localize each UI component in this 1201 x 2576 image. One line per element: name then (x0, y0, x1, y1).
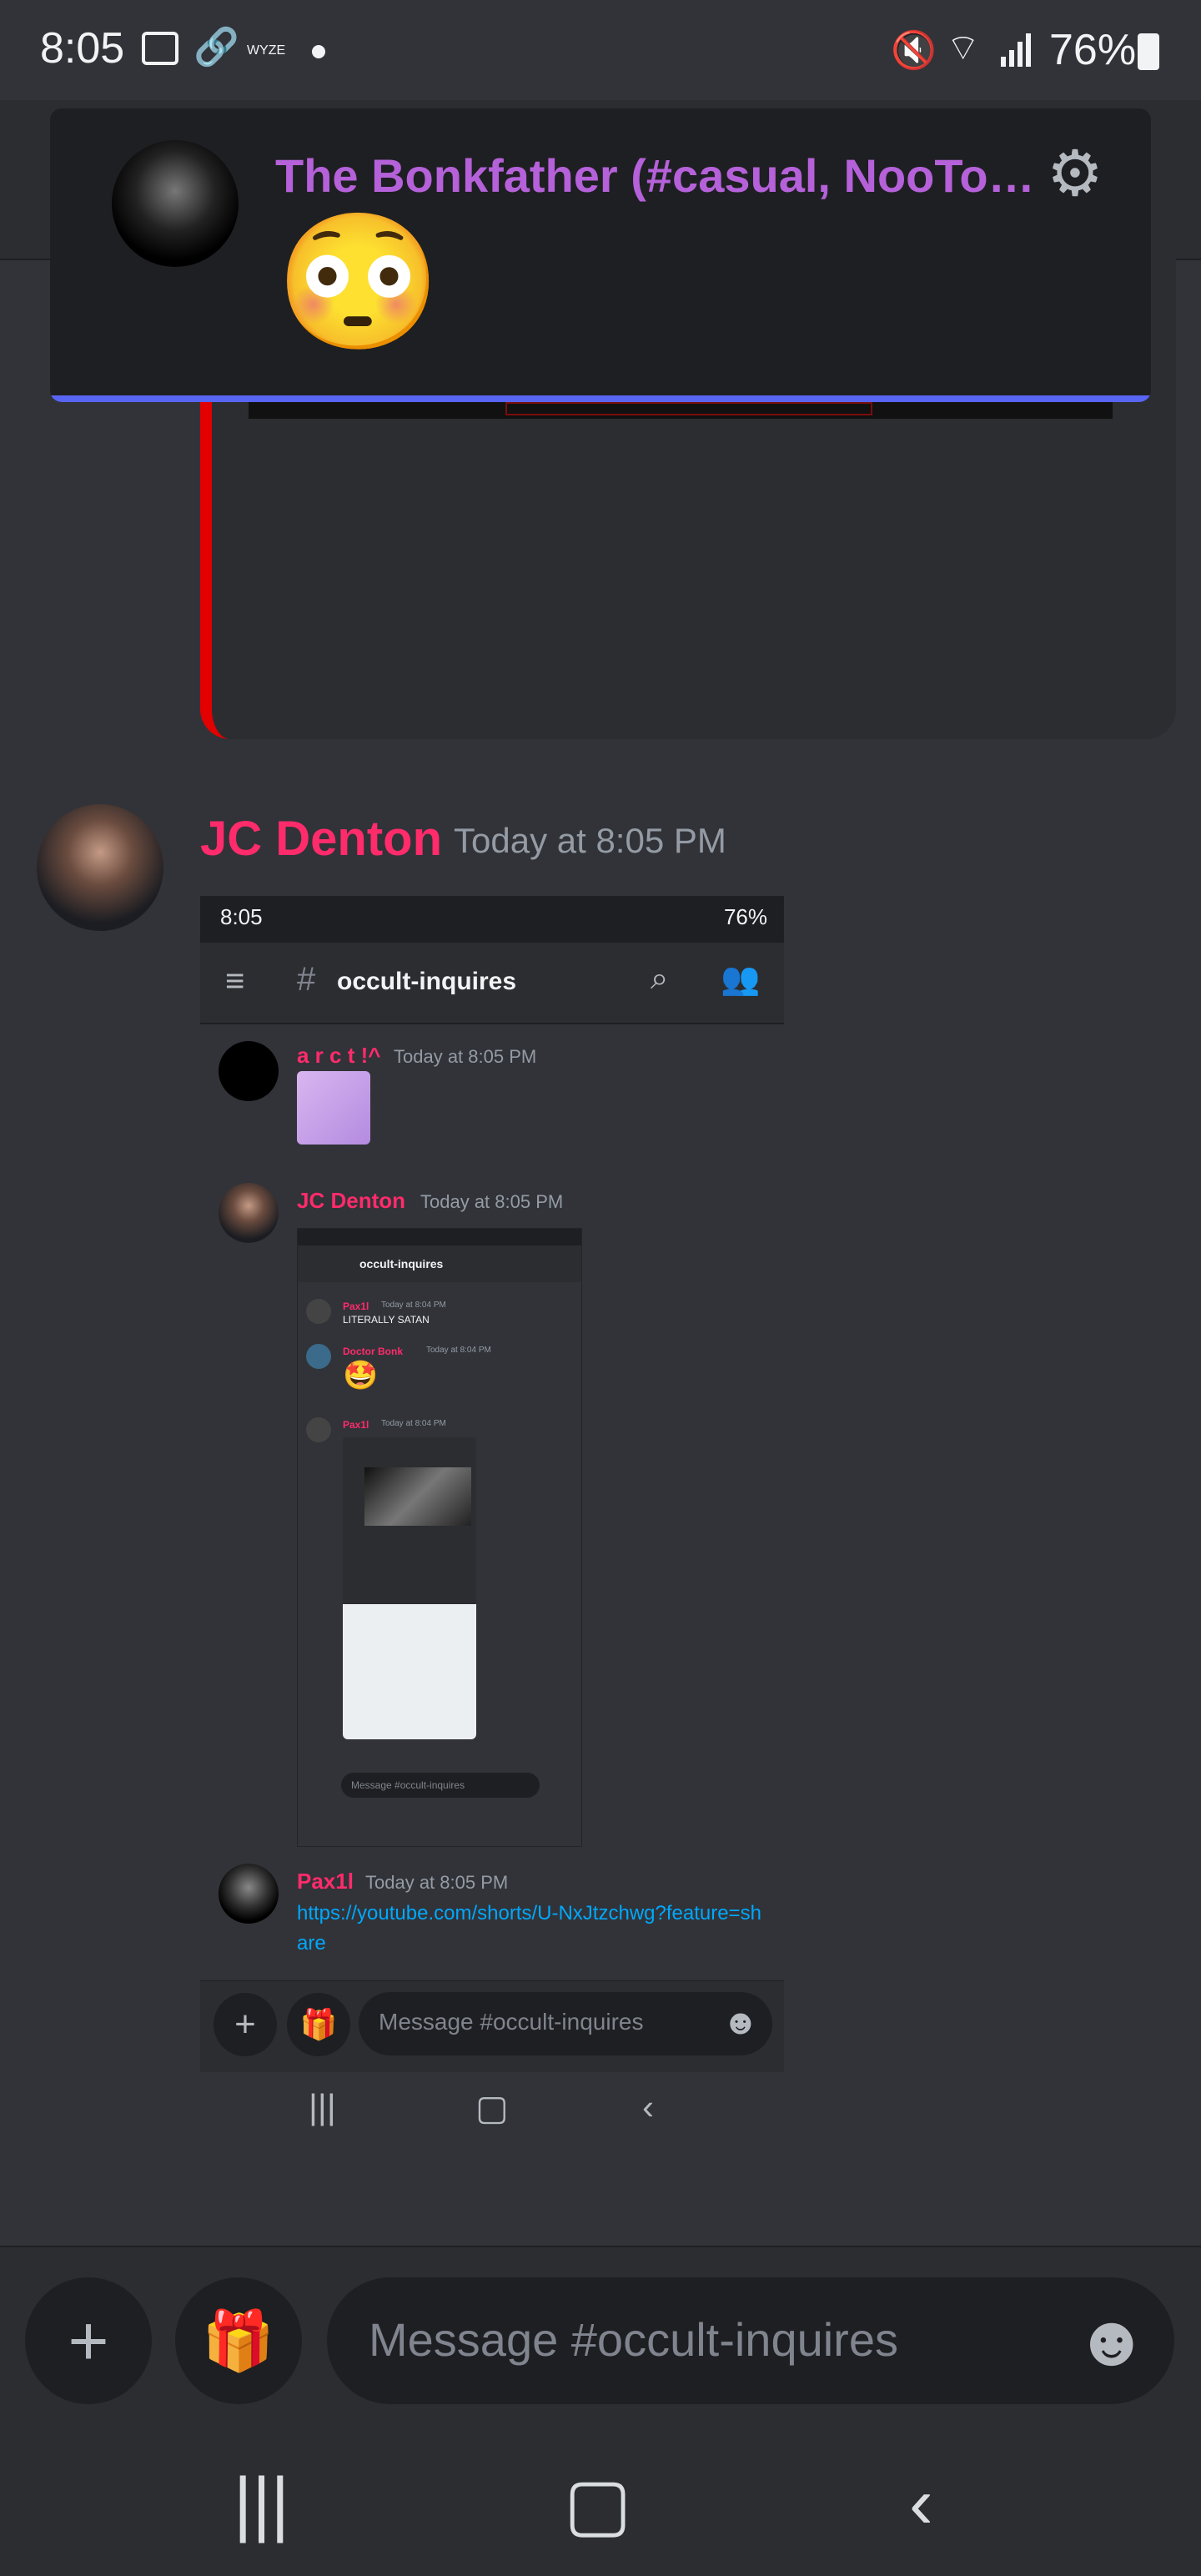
notification-progress-bar (50, 395, 1151, 402)
nested-message: LITERALLY SATAN (343, 1314, 430, 1326)
search-icon: ⌕ (651, 961, 669, 996)
navigation-bar: ||| ▢ ‹ (0, 2424, 1201, 2576)
link-icon: 🔗 (193, 27, 239, 68)
nested-avatar (306, 1344, 331, 1369)
plus-icon: + (214, 1993, 277, 2056)
wifi-icon: ⌔ (946, 28, 981, 68)
recents-button[interactable]: ||| (234, 2463, 289, 2545)
nested-author: Pax1l (343, 1301, 369, 1312)
screenshot-message-box: Message #occult-inquires ☻ (359, 1992, 772, 2055)
nested-author: Pax1l (343, 1419, 369, 1431)
screenshot-nav-bar: ||| ▢ ‹ (200, 2072, 784, 2147)
members-icon: 👥 (721, 962, 761, 997)
gallery-icon (142, 32, 178, 65)
nested-input-row: Message #occult-inquires (298, 1769, 581, 1803)
back-icon: ‹ (642, 2087, 654, 2126)
nested-emoji: 🤩 (343, 1360, 379, 1391)
message-timestamp: Today at 8:05 PM (454, 821, 726, 860)
screenshot-timestamp: Today at 8:05 PM (420, 1191, 564, 1212)
screenshot-author: JC Denton (297, 1188, 405, 1213)
wyze-label: WYZE (247, 43, 286, 58)
screenshot-header: ≡ # occult-inquires ⌕ 👥 (200, 943, 784, 1024)
recents-icon: ||| (309, 2087, 336, 2126)
message-input[interactable]: Message #occult-inquires ☻ (327, 2277, 1174, 2404)
screenshot-link: https://youtube.com/shorts/U-NxJtzchwg?f… (297, 1902, 761, 1955)
hamburger-icon: ≡ (225, 963, 245, 999)
gear-icon[interactable]: ⚙ (1039, 138, 1111, 210)
nested-screenshot: occult-inquires Pax1l Today at 8:04 PM L… (297, 1228, 582, 1847)
screenshot-author: a r c t !^ (297, 1043, 381, 1068)
emoji-icon[interactable]: ☻ (1074, 2302, 1150, 2379)
screenshot-timestamp: Today at 8:05 PM (365, 1872, 509, 1893)
flushed-emoji: 😳 (275, 207, 442, 356)
nested-input-placeholder: Message #occult-inquires (351, 1779, 465, 1791)
battery-icon (1138, 33, 1159, 70)
nested-timestamp: Today at 8:04 PM (426, 1346, 491, 1355)
nested-keyboard-screenshot (343, 1437, 476, 1739)
emoji-icon: ☻ (721, 2002, 759, 2041)
nested-keyboard (343, 1604, 476, 1739)
back-button[interactable]: ‹ (909, 2463, 933, 2545)
battery-percent: 76% (1049, 26, 1137, 74)
message-composer: + 🎁 Message #occult-inquires ☻ (0, 2246, 1201, 2426)
screenshot-author: Pax1l (297, 1869, 354, 1894)
nested-image (364, 1467, 471, 1526)
message-author[interactable]: JC Denton (200, 811, 442, 867)
message-input-placeholder: Message #occult-inquires (369, 2313, 898, 2366)
home-icon: ▢ (475, 2088, 509, 2127)
hash-icon: # (297, 961, 316, 998)
mute-icon: 🔇 (891, 30, 937, 71)
screenshot-battery: 76% (723, 904, 767, 929)
nested-message-box: Message #occult-inquires (341, 1773, 540, 1798)
embed-image-frame (505, 402, 872, 415)
screenshot-avatar (219, 1183, 279, 1243)
nested-avatar (306, 1299, 331, 1324)
screenshot-status-bar: 8:05 76% (200, 896, 784, 943)
notification-title: The Bonkfather (#casual, NooTopi... (275, 149, 1059, 202)
screenshot-avatar (219, 1041, 279, 1101)
add-attachment-button[interactable]: + (25, 2277, 152, 2404)
screenshot-status-time: 8:05 (220, 904, 263, 929)
status-bar: 8:05 🔗 WYZE 🔇 ⌔ 76% (0, 0, 1201, 100)
signal-icon (1001, 33, 1034, 67)
notification-avatar (112, 140, 239, 267)
screenshot-timestamp: Today at 8:05 PM (394, 1046, 537, 1067)
screenshot-avatar (219, 1864, 279, 1924)
screenshot-attachment[interactable]: 8:05 76% ≡ # occult-inquires ⌕ 👥 a r c t… (200, 896, 784, 2147)
nested-channel-name: occult-inquires (359, 1257, 444, 1270)
nested-timestamp: Today at 8:04 PM (381, 1419, 446, 1428)
avatar[interactable] (37, 804, 163, 931)
anime-sticker (297, 1071, 370, 1145)
nested-status-bar (298, 1229, 581, 1245)
nested-author: Doctor Bonk (343, 1346, 403, 1357)
status-time: 8:05 (40, 24, 125, 73)
screenshot-channel-name: occult-inquires (337, 968, 517, 995)
nested-header: occult-inquires (298, 1245, 581, 1282)
home-button[interactable]: ▢ (564, 2463, 631, 2546)
dot-icon (312, 45, 325, 58)
nested-timestamp: Today at 8:04 PM (381, 1301, 446, 1310)
gift-icon: 🎁 (287, 1993, 350, 2056)
gift-button[interactable]: 🎁 (175, 2277, 302, 2404)
nested-avatar (306, 1417, 331, 1442)
notification-banner[interactable]: The Bonkfather (#casual, NooTopi... ⚙ 😳 (50, 108, 1151, 402)
screenshot-input-placeholder: Message #occult-inquires (379, 2009, 644, 2035)
